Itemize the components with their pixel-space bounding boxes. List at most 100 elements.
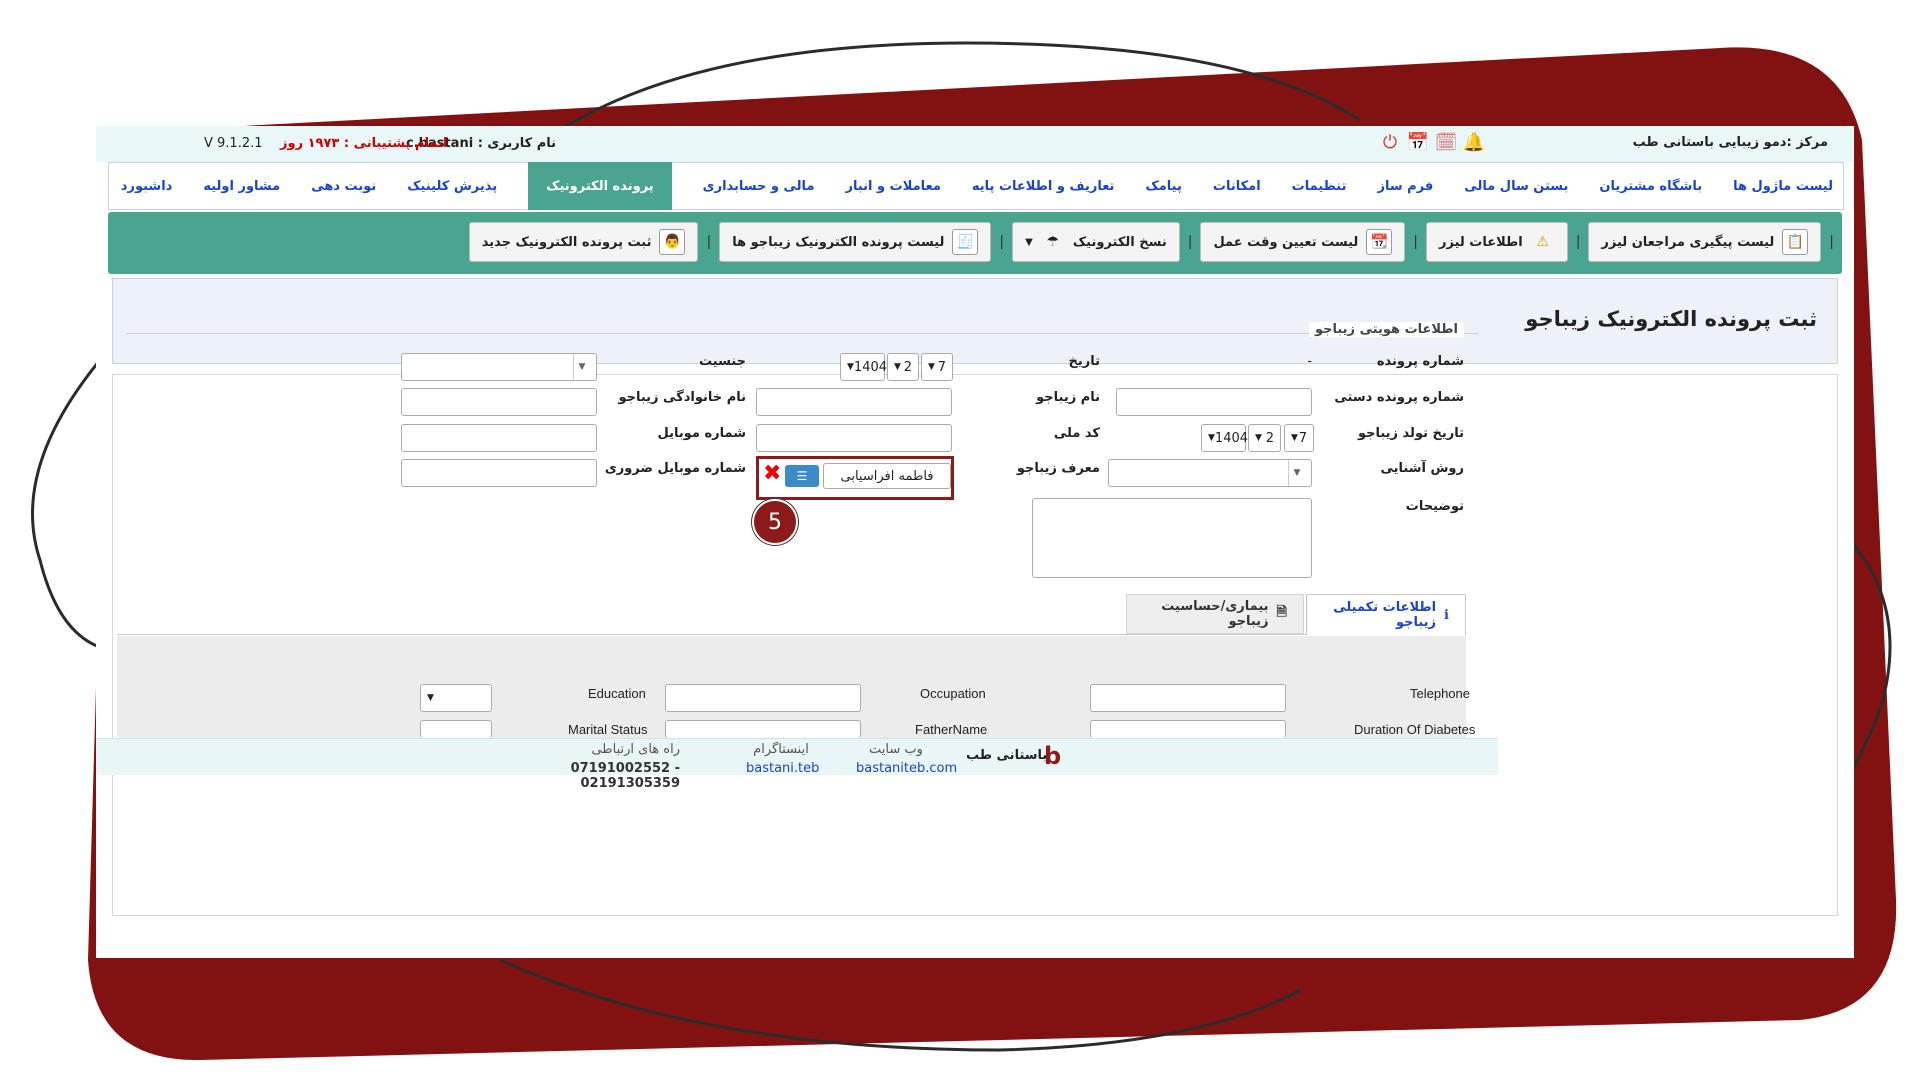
chevron-down-icon: ▼ <box>894 362 901 372</box>
menu-item-3[interactable]: پذیرش کلینیک <box>407 163 497 209</box>
menu-item-5[interactable]: مالی و حسابداری <box>703 163 815 209</box>
first-name-label: نام زیباجو <box>1036 390 1100 405</box>
occupation-label: Occupation <box>920 686 986 701</box>
website-link[interactable]: bastaniteb.com <box>856 761 957 776</box>
date-day-select[interactable]: ▼ 7 <box>921 353 953 381</box>
power-icon[interactable]: ⏻ <box>1378 130 1402 154</box>
notes-label: توضیحات <box>1405 499 1464 514</box>
mobile-label: شماره موبایل <box>657 426 746 441</box>
doctor-icon: 👨 <box>659 229 686 255</box>
prescriptions-button[interactable]: نسخ الکترونیک ☂ ▼ <box>1012 222 1180 262</box>
tab-supplement[interactable]: ℹ اطلاعات تکمیلی زیباجو <box>1306 594 1466 636</box>
father-label: FatherName <box>915 722 988 737</box>
support-remaining: اتمام پشتیبانی : ۱۹۷۳ روز <box>280 136 448 151</box>
education-select[interactable]: ▼ <box>420 684 492 712</box>
date-month-select[interactable]: ▼ 2 <box>887 353 919 381</box>
laser-followup-button[interactable]: 📋 لیست پیگیری مراجعان لیزر <box>1588 222 1822 262</box>
chevron-down-icon: ▼ <box>847 362 854 372</box>
gender-select[interactable]: ▼ <box>401 353 597 381</box>
telephone-label: Telephone <box>1410 686 1470 701</box>
acquaint-label: روش آشنایی <box>1380 461 1465 476</box>
menu-item-11[interactable]: فرم ساز <box>1377 163 1433 209</box>
last-name-input[interactable] <box>401 388 597 416</box>
chevron-down-icon: ▼ <box>1208 433 1215 443</box>
marital-select[interactable] <box>420 720 492 738</box>
record-list-button[interactable]: 🧾 لیست پرونده الکترونیک زیباجو ها <box>719 222 992 262</box>
tab-divider <box>117 634 1466 635</box>
chevron-down-icon: ▼ <box>573 354 590 380</box>
mobile-input[interactable] <box>401 424 597 452</box>
first-name-input[interactable] <box>756 388 952 416</box>
manual-file-input[interactable] <box>1116 388 1312 416</box>
education-label: Education <box>588 686 646 701</box>
calendar-icon: 📆 <box>1366 229 1393 255</box>
last-name-label: نام خانوادگی زیباجو <box>618 390 746 405</box>
brand-name: باستانی طب <box>966 748 1048 763</box>
laser-info-button[interactable]: ⚠ اطلاعات لیزر <box>1426 222 1568 262</box>
chevron-down-icon: ▼ <box>1255 433 1262 443</box>
national-id-input[interactable] <box>756 424 952 452</box>
step-badge: 5 <box>752 499 798 545</box>
laser-warning-icon: ⚠ <box>1536 234 1549 250</box>
user-file-icon: 🧾 <box>952 229 979 255</box>
calendar-check-icon[interactable]: 📅 <box>1406 130 1430 154</box>
page-title: ثبت پرونده الکترونیک زیباجو <box>1525 307 1817 331</box>
birth-month-select[interactable]: ▼ 2 <box>1248 424 1281 452</box>
menu-item-10[interactable]: تنظیمات <box>1292 163 1347 209</box>
menu-item-12[interactable]: بستن سال مالی <box>1464 163 1568 209</box>
top-bar: مرکز :دمو زیبایی باستانی طب ⏻ 📅 🗓 🔔 نام … <box>96 126 1854 162</box>
marital-label: Marital Status <box>568 722 648 737</box>
notes-textarea[interactable] <box>1032 498 1312 578</box>
version-label: V 9.1.2.1 <box>204 136 263 151</box>
chevron-down-icon: ▼ <box>1025 236 1033 248</box>
menu-item-14[interactable]: لیست ماژول ها <box>1733 163 1833 209</box>
file-number-label: شماره پرونده <box>1376 354 1464 369</box>
menu-item-0[interactable]: داشبورد <box>121 163 173 209</box>
menu-item-2[interactable]: نوبت دهی <box>311 163 376 209</box>
menu-item-8[interactable]: پیامک <box>1145 163 1181 209</box>
date-label: تاریخ <box>1068 354 1101 369</box>
emergency-label: شماره موبایل ضروری <box>604 461 746 476</box>
occupation-input[interactable] <box>665 684 861 712</box>
telephone-input[interactable] <box>1090 684 1286 712</box>
father-input[interactable] <box>665 720 861 738</box>
contact-block: راه های ارتباطی 07191002552 - 0219130535… <box>570 742 680 791</box>
date-year-select[interactable]: ▼ 1404 <box>840 353 887 381</box>
main-menu: داشبورد مشاور اولیه نوبت دهی پذیرش کلینیک پر… <box>108 162 1844 210</box>
menu-item-6[interactable]: معاملات و انبار <box>846 163 941 209</box>
menu-item-1[interactable]: مشاور اولیه <box>203 163 280 209</box>
document-icon: 🗎 <box>1276 605 1287 620</box>
diabetes-input[interactable] <box>1090 720 1286 738</box>
referrer-input[interactable]: فاطمه افراسیابی <box>823 463 951 489</box>
section-legend: اطلاعات هویتی زیباجو <box>1308 322 1464 337</box>
tab-illness[interactable]: 🗎 بیماری/حساسیت زیباجو <box>1126 594 1304 634</box>
referrer-label: معرف زیباجو <box>1016 461 1100 476</box>
national-id-label: کد ملی <box>1053 426 1100 441</box>
birth-day-select[interactable]: ▼ 7 <box>1284 424 1314 452</box>
chevron-down-icon: ▼ <box>928 362 935 372</box>
info-icon: ℹ <box>1444 607 1449 623</box>
acquaint-select[interactable]: ▼ <box>1108 459 1312 487</box>
instagram-link[interactable]: bastani.teb <box>746 761 819 776</box>
appointments-button[interactable]: 📆 لیست تعیین وقت عمل <box>1200 222 1406 262</box>
list-icon[interactable]: ☰ <box>785 465 819 487</box>
birth-year-select[interactable]: ▼ 1404 <box>1201 424 1248 452</box>
website-block: وب سایت bastaniteb.com <box>856 742 958 776</box>
clipboard-icon: 📋 <box>1782 229 1809 255</box>
menu-item-9[interactable]: امکانات <box>1213 163 1261 209</box>
menu-item-13[interactable]: باشگاه مشتریان <box>1599 163 1702 209</box>
diabetes-label: Duration Of Diabetes <box>1354 722 1476 737</box>
calendar-list-icon[interactable]: 🗓 <box>1434 130 1458 154</box>
emergency-mobile-input[interactable] <box>401 459 597 487</box>
file-number-value: - <box>1307 354 1312 369</box>
prescription-icon: ☂ <box>1046 234 1060 250</box>
chevron-down-icon: ▼ <box>1288 460 1305 486</box>
bell-icon[interactable]: 🔔 <box>1462 130 1486 154</box>
menu-item-7[interactable]: تعاریف و اطلاعات پایه <box>972 163 1115 209</box>
menu-item-4[interactable]: پرونده الکترونیک <box>528 162 672 210</box>
chevron-down-icon: ▼ <box>1291 433 1298 443</box>
clear-icon[interactable]: ✖ <box>763 461 781 486</box>
new-record-button[interactable]: 👨 ثبت پرونده الکترونیک جدید <box>468 222 699 262</box>
chevron-down-icon: ▼ <box>427 693 434 703</box>
manual-file-label: شماره پرونده دستی <box>1334 390 1464 405</box>
